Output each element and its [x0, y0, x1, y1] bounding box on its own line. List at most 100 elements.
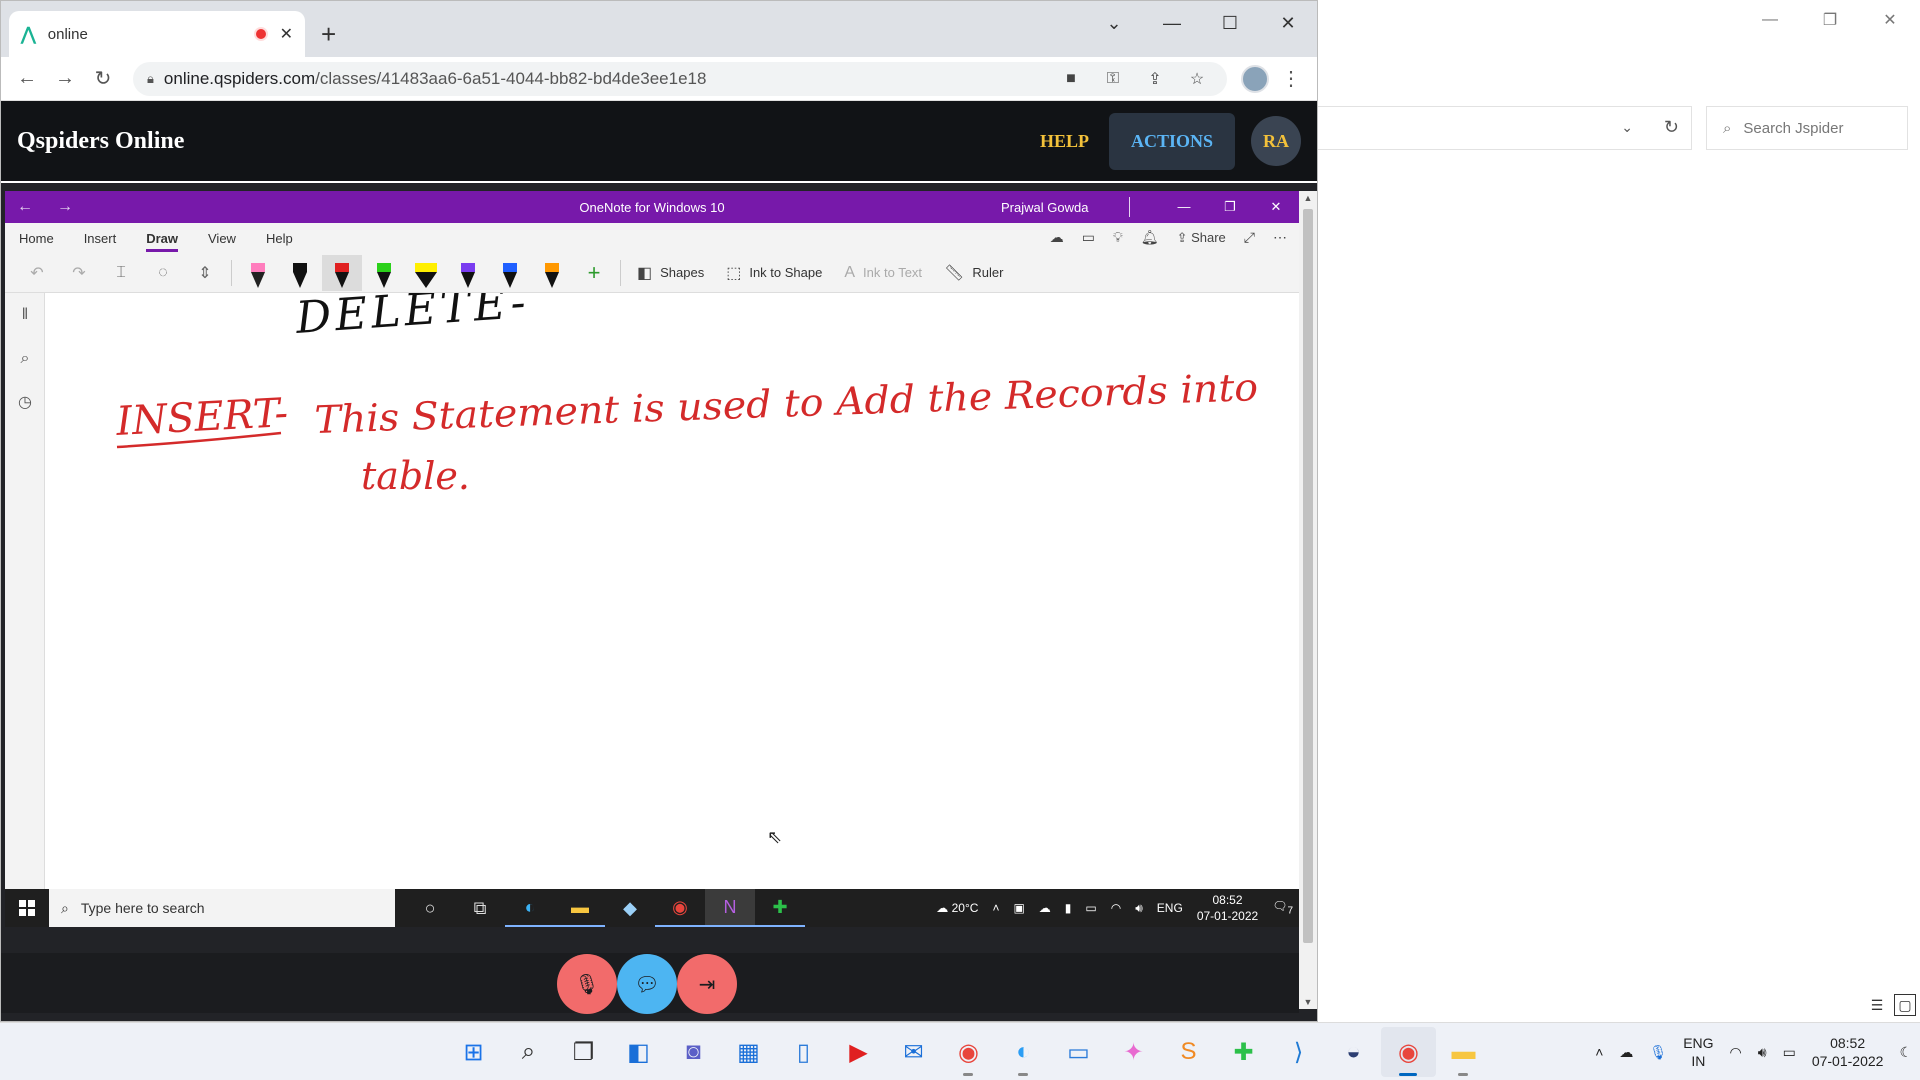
mute-mic-button[interactable]: 🎙︎: [557, 954, 617, 1014]
undo-icon[interactable]: ↶: [17, 255, 57, 291]
leave-class-button[interactable]: ⇥: [677, 954, 737, 1014]
store-icon[interactable]: ▦: [721, 1027, 776, 1077]
app-icon[interactable]: ◆: [605, 889, 655, 927]
sublime-icon[interactable]: S: [1161, 1027, 1216, 1077]
volume-icon[interactable]: 🔊︎: [1135, 901, 1143, 916]
start-icon[interactable]: ⊞: [446, 1027, 501, 1077]
onenote-minimize-icon[interactable]: —: [1161, 199, 1207, 215]
lightbulb-icon[interactable]: 💡︎: [1113, 229, 1123, 246]
chrome-icon[interactable]: ◉: [655, 889, 705, 927]
brand-title[interactable]: Qspiders Online: [17, 128, 1040, 155]
battery-icon[interactable]: ▭: [1783, 1044, 1796, 1061]
notebook-icon[interactable]: ▭: [1082, 229, 1095, 246]
notebooks-icon[interactable]: 𝍪: [5, 293, 45, 337]
wifi-icon[interactable]: ◠: [1111, 901, 1121, 915]
camera-icon[interactable]: ■: [1055, 63, 1087, 95]
onenote-app-icon[interactable]: N: [705, 889, 755, 927]
sidebar-search-icon[interactable]: ⌕: [5, 337, 45, 381]
windows-start-icon[interactable]: [5, 889, 49, 927]
blue-pen-icon[interactable]: [490, 255, 530, 291]
lasso-select-icon[interactable]: ◌: [143, 255, 183, 291]
address-bar[interactable]: 🔒︎ online.qspiders.com/classes/41483aa6-…: [133, 61, 1227, 96]
edge-icon[interactable]: ◐: [505, 889, 555, 927]
chrome-icon[interactable]: ◉: [941, 1027, 996, 1077]
meet-now-icon[interactable]: ▣: [1013, 901, 1024, 915]
teams-chat-icon[interactable]: ◙: [666, 1027, 721, 1077]
meeting-app-icon[interactable]: ✚: [755, 889, 805, 927]
onenote-restore-icon[interactable]: ❐: [1207, 199, 1253, 215]
tray-chevron-icon[interactable]: ˄: [992, 901, 999, 915]
add-space-icon[interactable]: ⇕: [185, 255, 225, 291]
mail-icon[interactable]: ✉: [886, 1027, 941, 1077]
microphone-icon[interactable]: 🎙︎: [1649, 1044, 1667, 1061]
file-explorer-icon[interactable]: ▬: [1436, 1027, 1491, 1077]
search-icon[interactable]: ⌕: [501, 1027, 556, 1077]
black-pen-icon[interactable]: [280, 255, 320, 291]
task-view-icon[interactable]: ⧉: [455, 889, 505, 927]
green-pen-icon[interactable]: [364, 255, 404, 291]
youtube-icon[interactable]: ▶: [831, 1027, 886, 1077]
scroll-thumb[interactable]: [1303, 209, 1313, 943]
purple-pen-icon[interactable]: [448, 255, 488, 291]
refresh-icon[interactable]: ↻: [1664, 117, 1679, 138]
file-explorer-icon[interactable]: ▬: [555, 889, 605, 927]
notification-center-icon[interactable]: 🗨︎7: [1272, 899, 1293, 916]
bg-address-bar[interactable]: ⌄ ↻: [1318, 106, 1692, 150]
bell-icon[interactable]: 🔔︎: [1141, 229, 1159, 246]
forward-icon[interactable]: →: [49, 63, 81, 95]
back-icon[interactable]: ←: [11, 63, 43, 95]
weather-widget[interactable]: ☁ 20°C: [936, 901, 978, 915]
bg-close-icon[interactable]: ✕: [1860, 0, 1920, 40]
minimize-icon[interactable]: —: [1143, 1, 1201, 45]
share-icon[interactable]: ⇪: [1139, 63, 1171, 95]
tab-help[interactable]: Help: [266, 225, 293, 252]
chrome-profile-icon[interactable]: ◉: [1381, 1027, 1436, 1077]
profile-avatar[interactable]: [1241, 64, 1269, 93]
eclipse-icon[interactable]: ◒: [1326, 1027, 1381, 1077]
tab-draw[interactable]: Draw: [146, 225, 178, 252]
key-icon[interactable]: ⚿: [1097, 63, 1129, 95]
tab-insert[interactable]: Insert: [84, 225, 117, 252]
eraser-pen-icon[interactable]: [238, 255, 278, 291]
meeting-app-icon[interactable]: ✚: [1216, 1027, 1271, 1077]
snip-app-icon[interactable]: ✦: [1106, 1027, 1161, 1077]
widgets-icon[interactable]: ◧: [611, 1027, 666, 1077]
bg-minimize-icon[interactable]: —: [1740, 0, 1800, 40]
task-view-icon[interactable]: ❐: [556, 1027, 611, 1077]
type-select-icon[interactable]: ⌶: [101, 255, 141, 291]
browser-tab[interactable]: ⋀ online ✕: [9, 11, 305, 57]
redo-icon[interactable]: ↷: [59, 255, 99, 291]
sync-icon[interactable]: ☁: [1050, 229, 1064, 246]
ink-to-text-button[interactable]: A Ink to Text: [834, 264, 932, 282]
onedrive-off-icon[interactable]: ☁: [1619, 1044, 1633, 1061]
onenote-forward-icon[interactable]: →: [45, 198, 85, 216]
shared-taskbar-search[interactable]: ⌕ Type here to search: [49, 889, 395, 927]
red-pen-icon[interactable]: [322, 254, 362, 291]
language-indicator[interactable]: ENG IN: [1683, 1034, 1713, 1070]
more-menu-icon[interactable]: ⋮: [1275, 63, 1307, 95]
user-avatar[interactable]: RA: [1251, 116, 1301, 166]
actions-button[interactable]: ACTIONS: [1108, 112, 1235, 170]
scroll-down-icon[interactable]: ▼: [1299, 997, 1317, 1007]
tab-search-icon[interactable]: ⌄: [1085, 1, 1143, 45]
fullscreen-icon[interactable]: ⤢: [1244, 229, 1255, 246]
onenote-close-icon[interactable]: ✕: [1253, 199, 1299, 215]
shapes-button[interactable]: ◧ Shapes: [627, 263, 714, 283]
onenote-back-icon[interactable]: ←: [5, 198, 45, 216]
volume-icon[interactable]: 🔊︎: [1758, 1044, 1767, 1061]
url-text[interactable]: online.qspiders.com/classes/41483aa6-6a5…: [164, 69, 1045, 89]
bg-restore-icon[interactable]: ❐: [1800, 0, 1860, 40]
add-pen-icon[interactable]: +: [574, 255, 614, 291]
lock-icon[interactable]: 🔒︎: [147, 71, 154, 87]
phone-app-icon[interactable]: ▯: [776, 1027, 831, 1077]
shared-lang[interactable]: ENG: [1157, 901, 1183, 915]
close-tab-icon[interactable]: ✕: [280, 24, 293, 44]
bookmark-star-icon[interactable]: ☆: [1181, 63, 1213, 95]
ruler-button[interactable]: 📏︎ Ruler: [934, 263, 1013, 283]
usb-icon[interactable]: ▮: [1065, 901, 1072, 915]
note-canvas[interactable]: DELETE- INSERT- This Statement is used t…: [45, 277, 1299, 895]
help-button[interactable]: HELP: [1040, 131, 1089, 152]
more-options-icon[interactable]: ⋯: [1273, 229, 1287, 246]
battery-icon[interactable]: ▭: [1085, 901, 1096, 915]
recent-clock-icon[interactable]: ◷: [5, 381, 45, 425]
